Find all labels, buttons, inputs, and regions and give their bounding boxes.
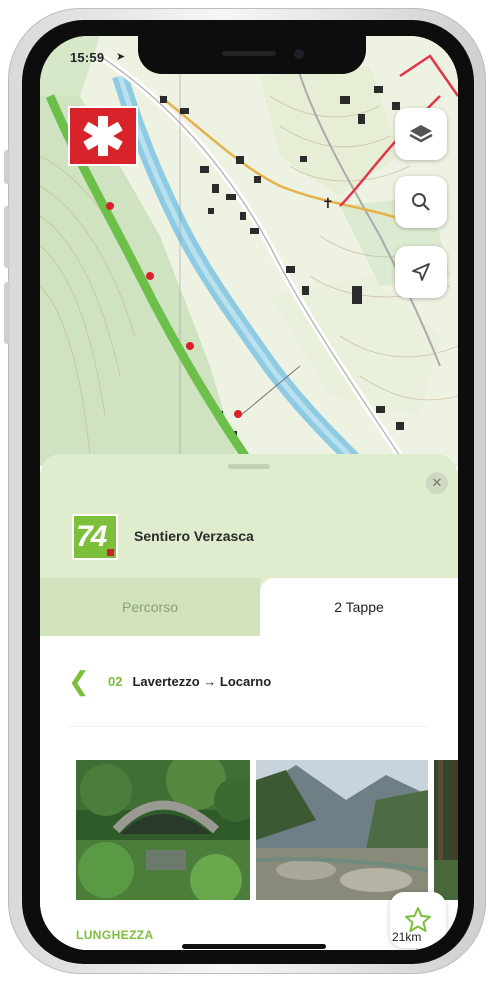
asterisk-logo-icon — [83, 116, 123, 156]
valley-photo — [256, 760, 428, 900]
layers-icon — [409, 125, 433, 143]
app-logo[interactable] — [68, 106, 138, 166]
chevron-left-icon[interactable]: ❮ — [68, 668, 108, 694]
topographic-map[interactable]: ✝ — [40, 36, 458, 466]
earpiece-speaker — [222, 51, 276, 56]
home-indicator[interactable] — [182, 944, 326, 949]
locate-button[interactable] — [395, 246, 447, 298]
search-button[interactable] — [395, 176, 447, 228]
tab-label: 2 Tappe — [334, 599, 384, 615]
volume-down-button — [4, 282, 10, 344]
route-number: 74 — [76, 520, 107, 553]
layers-button[interactable] — [395, 108, 447, 160]
volume-up-button — [4, 206, 10, 268]
svg-text:✝: ✝ — [322, 196, 334, 212]
stage-header: ❮ 02 Lavertezzo → Locarno — [68, 666, 448, 696]
length-label: LUNGHEZZA — [76, 928, 154, 942]
location-arrow-icon: ➤ — [116, 51, 126, 63]
notch — [138, 36, 366, 74]
forest-photo — [434, 760, 458, 900]
route-title: Sentiero Verzasca — [134, 528, 254, 544]
divider — [68, 726, 428, 727]
status-time: 15:59 — [70, 50, 105, 65]
stage-name: Lavertezzo → Locarno — [132, 673, 272, 689]
stage-number: 02 — [108, 673, 123, 689]
close-button[interactable]: ✕ — [426, 472, 448, 494]
badge-marker — [107, 549, 114, 556]
route-number-badge: 74 — [72, 514, 118, 560]
tab-tappe[interactable]: 2 Tappe — [260, 578, 458, 636]
stone-bridge-photo — [76, 760, 250, 900]
route-bottom-sheet: ✕ 74 Sentiero Verzasca Percorso 2 Tappe … — [40, 454, 458, 950]
silent-switch — [4, 150, 10, 184]
photo-forest[interactable] — [434, 760, 458, 900]
length-value: 21km — [392, 930, 422, 944]
tab-percorso[interactable]: Percorso — [40, 578, 260, 636]
locate-icon — [412, 263, 430, 281]
photo-valley[interactable] — [256, 760, 428, 900]
tab-label: Percorso — [121, 599, 179, 615]
photo-stone-bridge[interactable] — [76, 760, 250, 900]
close-icon: ✕ — [431, 475, 443, 490]
front-camera — [294, 49, 304, 59]
search-icon — [412, 193, 430, 211]
photo-carousel[interactable] — [40, 760, 458, 900]
app-screen: ✝ 15:59 ➤ ✕ 74 Sentiero Verzasca Percors… — [40, 36, 458, 950]
sheet-grabber[interactable] — [228, 464, 270, 469]
